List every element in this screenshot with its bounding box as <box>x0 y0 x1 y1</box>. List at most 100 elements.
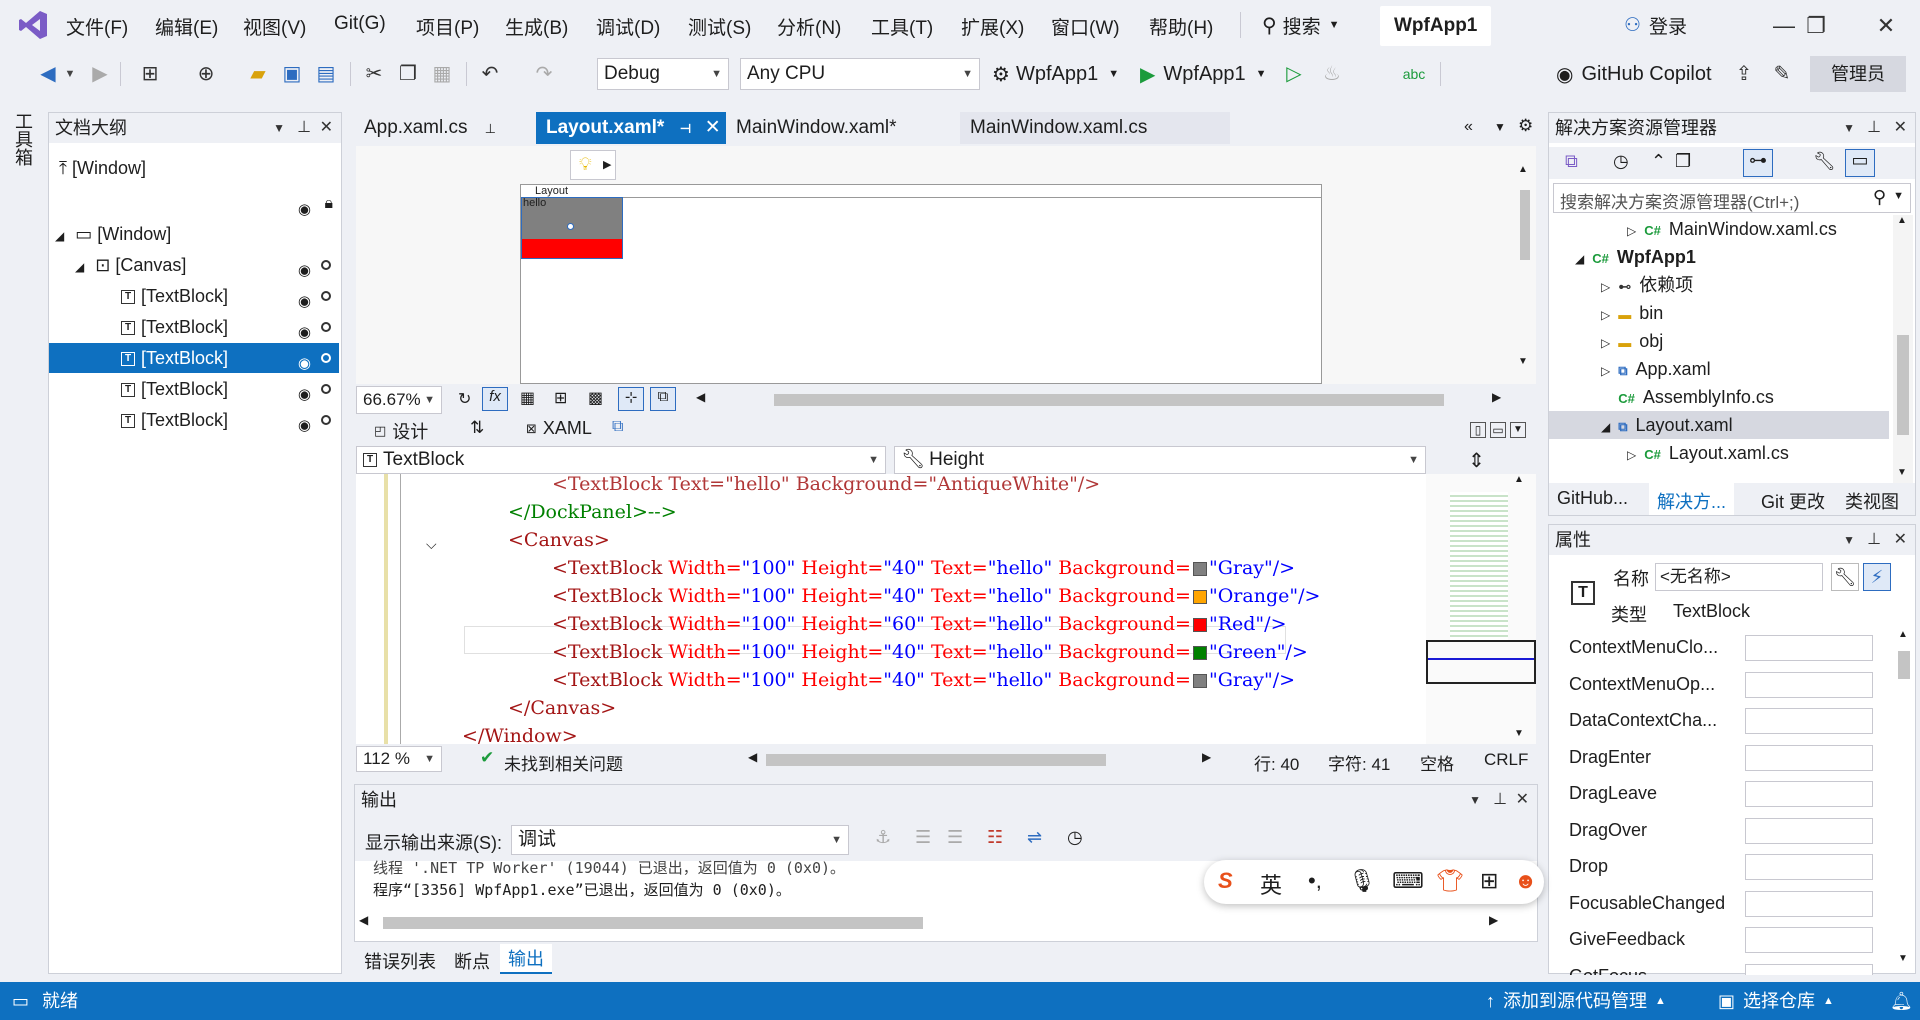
menu-test[interactable]: 测试(S) <box>688 13 751 40</box>
event-handler-input[interactable] <box>1745 671 1873 698</box>
menu-edit[interactable]: 编辑(E) <box>155 13 218 40</box>
start-without-debugging-icon[interactable]: ▷ <box>1280 60 1308 88</box>
menu-file[interactable]: 文件(F) <box>66 13 128 40</box>
restore-button[interactable]: ❐ <box>1796 8 1836 44</box>
toggle-dot-icon[interactable] <box>321 353 331 363</box>
scroll-tabs-left-icon[interactable]: « <box>1464 118 1473 136</box>
expanded-arrow-icon[interactable]: ◢ <box>1601 420 1610 434</box>
save-all-icon[interactable]: ▤ <box>312 60 340 88</box>
outline-window-item[interactable]: ◢ ▭ [Window] <box>49 219 339 249</box>
xaml-code-editor[interactable]: ⌵ <TextBlock Text="hello" Background="An… <box>356 473 1536 747</box>
checkerboard-icon[interactable]: ▩ <box>588 388 603 408</box>
start-debugging-button[interactable]: ▶ WpfApp1 ▼ <box>1140 60 1267 88</box>
close-button[interactable]: ✕ <box>1866 8 1906 44</box>
outline-canvas-item[interactable]: ◢ ⊡ [Canvas] ◉ <box>49 250 339 280</box>
feedback-icon[interactable]: ✎ <box>1768 60 1796 88</box>
search-button[interactable]: ⚲ 搜索 ▼ <box>1262 10 1340 40</box>
tab-mainwindow-xaml[interactable]: MainWindow.xaml* <box>726 112 934 144</box>
event-handler-input[interactable] <box>1745 890 1873 917</box>
hot-reload-icon[interactable]: ♨ <box>1318 60 1346 88</box>
refresh-icon[interactable]: ↻ <box>458 389 471 409</box>
code-minimap[interactable]: ▲ ▼ <box>1426 474 1536 744</box>
show-all-files-icon[interactable]: ❐ <box>1675 151 1691 172</box>
menu-debug[interactable]: 调试(D) <box>596 13 660 40</box>
pop-out-icon[interactable]: ⧉ <box>612 418 623 436</box>
close-icon[interactable]: ✕ <box>320 113 333 143</box>
prev-message-icon[interactable]: ☰ <box>915 827 931 848</box>
keyboard-icon[interactable]: ⌨ <box>1392 868 1424 894</box>
collapsed-arrow-icon[interactable]: ▷ <box>1601 364 1610 378</box>
scroll-up-icon[interactable]: ▲ <box>1514 474 1524 485</box>
save-icon[interactable]: ▣ <box>278 60 306 88</box>
solution-tree-item[interactable]: ◢ ⧉ Layout.xaml <box>1549 411 1889 439</box>
outline-textblock-item-selected[interactable]: T [TextBlock] ◉ <box>49 343 339 373</box>
close-icon[interactable]: ✕ <box>1894 525 1907 555</box>
chevron-down-icon[interactable]: ▼ <box>273 113 285 143</box>
line-number[interactable]: 行: 40 <box>1254 750 1299 775</box>
tab-error-list[interactable]: 错误列表 <box>364 948 436 974</box>
tab-github[interactable]: GitHub... <box>1557 488 1628 509</box>
design-vertical-scrollbar[interactable]: ▲ ▼ <box>1518 156 1532 374</box>
close-icon[interactable]: ✕ <box>1516 785 1529 815</box>
share-icon[interactable]: ⇪ <box>1730 60 1758 88</box>
chevron-down-icon[interactable]: ▼ <box>1843 525 1855 555</box>
menu-build[interactable]: 生成(B) <box>505 13 568 40</box>
tab-layout-xaml[interactable]: Layout.xaml* ⊣ ✕ <box>536 112 726 144</box>
scroll-thumb[interactable] <box>1897 335 1909 435</box>
tab-git-changes[interactable]: Git 更改 <box>1761 488 1825 514</box>
history-icon[interactable]: ◷ <box>1613 151 1629 172</box>
xaml-view-tab[interactable]: ⊠ XAML <box>526 418 592 439</box>
eye-icon[interactable]: ◉ <box>298 411 311 441</box>
cut-icon[interactable]: ✂ <box>360 60 388 88</box>
close-icon[interactable]: ✕ <box>1894 113 1907 143</box>
toggle-dot-icon[interactable] <box>321 291 331 301</box>
collapsed-arrow-icon[interactable]: ▷ <box>1601 280 1610 294</box>
punctuation-icon[interactable]: •, <box>1308 868 1322 894</box>
ime-language-toggle[interactable]: 英 <box>1260 868 1282 900</box>
event-handler-input[interactable] <box>1745 708 1873 734</box>
chevron-down-icon[interactable]: ▼ <box>56 60 84 88</box>
collapsed-arrow-icon[interactable]: ▷ <box>1601 336 1610 350</box>
solution-tree-item[interactable]: ▷ ▬ bin <box>1549 299 1889 327</box>
paste-icon[interactable]: ▦ <box>428 60 456 88</box>
tab-solution-explorer[interactable]: 解决方... <box>1649 483 1735 515</box>
spell-check-icon[interactable]: abc <box>1400 60 1428 88</box>
skin-icon[interactable]: 👕︎ <box>1436 868 1464 894</box>
designer-zoom-select[interactable]: 66.67% ▼ <box>356 386 442 414</box>
collapse-all-icon[interactable]: ⌃ <box>1651 151 1666 172</box>
menu-project[interactable]: 项目(P) <box>416 13 479 40</box>
tab-breakpoints[interactable]: 断点 <box>454 948 490 974</box>
toggle-dot-icon[interactable] <box>321 260 331 270</box>
project-code-icon[interactable]: ⧉ <box>650 387 676 411</box>
undo-icon[interactable]: ↶ <box>476 60 504 88</box>
collapse-region-icon[interactable]: ⌵ <box>426 536 437 553</box>
collapsed-arrow-icon[interactable]: ▷ <box>1627 448 1636 462</box>
outline-root-item[interactable]: ⤒ [Window] <box>49 153 339 183</box>
properties-vertical-scrollbar[interactable]: ▲ ▼ <box>1895 629 1913 969</box>
menu-analyze[interactable]: 分析(N) <box>777 13 841 40</box>
tab-app-xaml-cs[interactable]: App.xaml.cs ⊥ <box>354 112 506 144</box>
scroll-left-icon[interactable]: ◀ <box>748 750 757 764</box>
chevron-down-icon[interactable]: ▼ <box>1469 785 1481 815</box>
scroll-right-icon[interactable]: ▶ <box>1489 913 1498 927</box>
outline-textblock-item[interactable]: T [TextBlock] ◉ <box>49 374 339 404</box>
toggle-dot-icon[interactable] <box>321 322 331 332</box>
scroll-left-icon[interactable]: ◀ <box>359 913 368 927</box>
add-to-source-control-button[interactable]: ↑ 添加到源代码管理 ▲ <box>1486 982 1666 1020</box>
color-swatch[interactable] <box>1192 646 1207 660</box>
column-number[interactable]: 字符: 41 <box>1328 750 1390 775</box>
rotation-handle[interactable] <box>567 223 574 230</box>
add-item-icon[interactable]: ⊕ <box>192 60 220 88</box>
split-editor-icon[interactable]: ⇕ <box>1468 448 1485 473</box>
next-message-icon[interactable]: ☰ <box>947 827 963 848</box>
mascot-icon[interactable]: ☻ <box>1514 868 1537 894</box>
menu-tools[interactable]: 工具(T) <box>871 13 933 40</box>
pin-icon[interactable]: ⊥ <box>485 121 496 136</box>
startup-project-select[interactable]: ⚙ WpfApp1 ▼ <box>992 60 1119 88</box>
pin-icon[interactable]: ⊥ <box>1867 113 1881 143</box>
horizontal-scroll-thumb[interactable] <box>774 394 1444 406</box>
toolbox-grid-icon[interactable]: ⊞ <box>1480 868 1498 894</box>
chevron-down-icon[interactable]: ▼ <box>1843 113 1855 143</box>
event-handler-input[interactable] <box>1745 817 1873 844</box>
collapse-pane-icon[interactable]: ▼ <box>1510 422 1526 438</box>
